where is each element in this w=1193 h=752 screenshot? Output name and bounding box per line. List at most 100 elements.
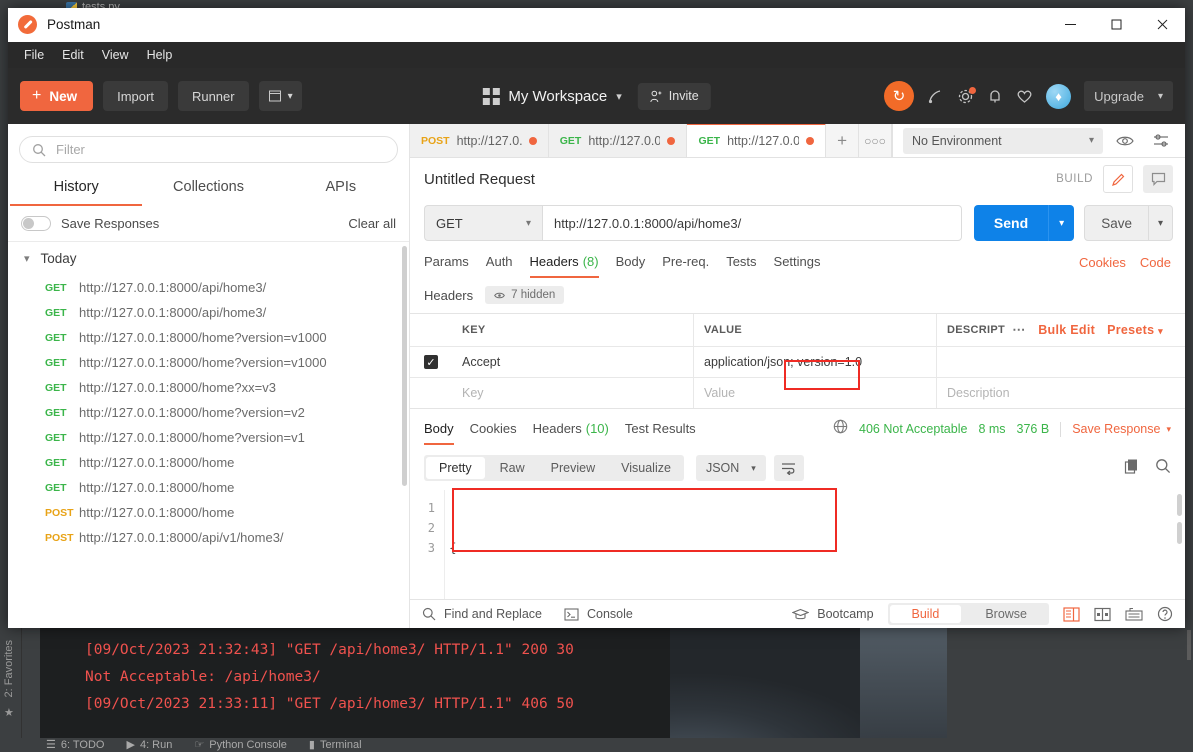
response-body[interactable]: 1 2 3 { "detail": "Invalid version in \"… <box>410 490 1185 599</box>
placeholder-value[interactable]: Value <box>694 378 937 408</box>
tab-auth[interactable]: Auth <box>486 254 513 278</box>
tab-apis[interactable]: APIs <box>275 172 407 206</box>
history-item[interactable]: GET http://127.0.0.1:8000/api/home3/ <box>8 300 409 325</box>
history-item[interactable]: POST http://127.0.0.1:8000/api/v1/home3/ <box>8 525 409 550</box>
send-dropdown-chevron-icon[interactable]: ▾ <box>1048 205 1074 241</box>
ide-scrollbar-marks[interactable] <box>1187 630 1191 660</box>
new-tab-button[interactable]: + <box>826 124 860 157</box>
menu-help[interactable]: Help <box>139 45 181 65</box>
body-scrollbar-2[interactable] <box>1177 522 1182 544</box>
json-body-text[interactable]: { "detail": "Invalid version in \"Accept… <box>444 490 1185 599</box>
minimize-button[interactable] <box>1047 8 1093 42</box>
tab-params[interactable]: Params <box>424 254 469 278</box>
tab-settings[interactable]: Settings <box>774 254 821 278</box>
sidebar-scrollbar[interactable] <box>402 246 407 486</box>
environment-quick-look-button[interactable] <box>1111 128 1139 154</box>
url-input[interactable]: http://127.0.0.1:8000/api/home3/ <box>542 205 962 241</box>
response-tab-body[interactable]: Body <box>424 421 454 445</box>
browse-tab[interactable]: Browse <box>963 603 1049 625</box>
maximize-button[interactable] <box>1093 8 1139 42</box>
invite-button[interactable]: Invite <box>637 82 711 110</box>
view-visualize[interactable]: Visualize <box>608 455 684 481</box>
edit-request-button[interactable] <box>1103 165 1133 193</box>
build-tab[interactable]: Build <box>889 605 962 623</box>
history-list[interactable]: ▾ Today GET http://127.0.0.1:8000/api/hom… <box>8 242 409 628</box>
history-item[interactable]: GET http://127.0.0.1:8000/home?version=v1… <box>8 325 409 350</box>
send-button[interactable]: Send ▾ <box>973 205 1075 241</box>
find-and-replace-button[interactable]: Find and Replace <box>422 607 542 621</box>
bulk-edit-button[interactable]: Bulk Edit <box>1038 323 1095 337</box>
ide-tool-terminal[interactable]: ▮ Terminal <box>309 738 362 752</box>
request-tab[interactable]: GET http://127.0.0... <box>548 124 688 157</box>
history-item[interactable]: POST http://127.0.0.1:8000/home <box>8 500 409 525</box>
copy-icon[interactable] <box>1124 458 1139 479</box>
hidden-headers-toggle[interactable]: 7 hidden <box>485 286 565 304</box>
format-selector[interactable]: JSON ▾ <box>695 455 766 481</box>
runner-button[interactable]: Runner <box>177 81 249 111</box>
row-key[interactable]: Accept <box>452 347 694 377</box>
save-dropdown-chevron-icon[interactable]: ▾ <box>1147 206 1172 240</box>
response-tab-cookies[interactable]: Cookies <box>470 421 517 445</box>
upgrade-button[interactable]: Upgrade ▾ <box>1084 81 1173 111</box>
method-selector[interactable]: GET ▾ <box>424 205 542 241</box>
ide-tool-todo[interactable]: ☰ 6: TODO <box>46 738 104 752</box>
sync-icon[interactable]: ↻ <box>884 81 915 111</box>
search-input[interactable]: Filter <box>19 136 398 163</box>
more-options-icon[interactable]: ⋯ <box>1012 322 1026 338</box>
tab-collections[interactable]: Collections <box>142 172 274 206</box>
tab-options-button[interactable]: ○○○ <box>859 124 892 157</box>
workspace-button[interactable]: My Workspace ▾ <box>482 87 622 105</box>
bell-icon[interactable] <box>987 88 1003 105</box>
history-group-today[interactable]: ▾ Today <box>8 242 409 275</box>
history-item[interactable]: GET http://127.0.0.1:8000/home <box>8 475 409 500</box>
satellite-icon[interactable] <box>927 88 944 105</box>
close-button[interactable] <box>1139 8 1185 42</box>
save-responses-toggle[interactable] <box>21 216 51 231</box>
menu-edit[interactable]: Edit <box>54 45 92 65</box>
ide-tool-python-console[interactable]: ☞ Python Console <box>194 738 287 752</box>
body-scrollbar[interactable] <box>1177 494 1182 516</box>
save-response-button[interactable]: Save Response ▾ <box>1072 422 1171 436</box>
console-button[interactable]: Console <box>564 607 633 621</box>
two-pane-icon[interactable] <box>1063 606 1080 622</box>
ide-tool-run[interactable]: ▶ 4: Run <box>126 738 172 752</box>
history-item[interactable]: GET http://127.0.0.1:8000/home <box>8 450 409 475</box>
request-tab-active[interactable]: GET http://127.0.0... <box>687 123 827 157</box>
comments-button[interactable] <box>1143 165 1173 193</box>
response-tab-headers[interactable]: Headers (10) <box>533 421 609 445</box>
save-button[interactable]: Save ▾ <box>1084 205 1173 241</box>
view-pretty[interactable]: Pretty <box>426 457 485 479</box>
cookies-link[interactable]: Cookies <box>1079 255 1126 277</box>
environment-selector[interactable]: No Environment ▾ <box>903 127 1103 154</box>
tab-body[interactable]: Body <box>616 254 646 278</box>
row-value[interactable]: application/json; version=1.0 <box>694 347 937 377</box>
menu-view[interactable]: View <box>94 45 137 65</box>
terminal-panel[interactable]: [09/Oct/2023 21:32:43] "GET /api/home3/ … <box>40 625 670 740</box>
new-button[interactable]: + New <box>20 81 94 111</box>
settings-icon[interactable] <box>957 86 977 105</box>
history-item[interactable]: GET http://127.0.0.1:8000/home?version=v1… <box>8 350 409 375</box>
response-tab-test-results[interactable]: Test Results <box>625 421 696 445</box>
history-item[interactable]: GET http://127.0.0.1:8000/home?xx=v3 <box>8 375 409 400</box>
history-item[interactable]: GET http://127.0.0.1:8000/home?version=v2 <box>8 400 409 425</box>
heart-icon[interactable] <box>1016 88 1033 104</box>
avatar[interactable]: ♦ <box>1046 83 1072 109</box>
request-tab[interactable]: POST http://127.0.... <box>410 124 549 157</box>
view-raw[interactable]: Raw <box>487 455 538 481</box>
search-icon[interactable] <box>1155 458 1171 479</box>
new-window-button[interactable]: ▾ <box>258 81 302 111</box>
keyboard-icon[interactable] <box>1125 607 1143 621</box>
import-button[interactable]: Import <box>103 81 168 111</box>
ide-favorites-label[interactable]: 2: Favorites <box>3 640 15 697</box>
row-checkbox[interactable]: ✓ <box>424 355 438 369</box>
clear-all-button[interactable]: Clear all <box>348 216 396 231</box>
presets-button[interactable]: Presets ▾ <box>1107 323 1163 337</box>
tab-tests[interactable]: Tests <box>726 254 756 278</box>
table-row[interactable]: ✓ Accept application/json; version=1.0 <box>410 347 1185 378</box>
wrap-lines-button[interactable] <box>773 455 804 481</box>
bootcamp-button[interactable]: Bootcamp <box>792 607 874 621</box>
code-link[interactable]: Code <box>1140 255 1171 277</box>
row-description[interactable] <box>937 347 1185 377</box>
history-item[interactable]: GET http://127.0.0.1:8000/api/home3/ <box>8 275 409 300</box>
tab-headers[interactable]: Headers (8) <box>529 254 599 278</box>
